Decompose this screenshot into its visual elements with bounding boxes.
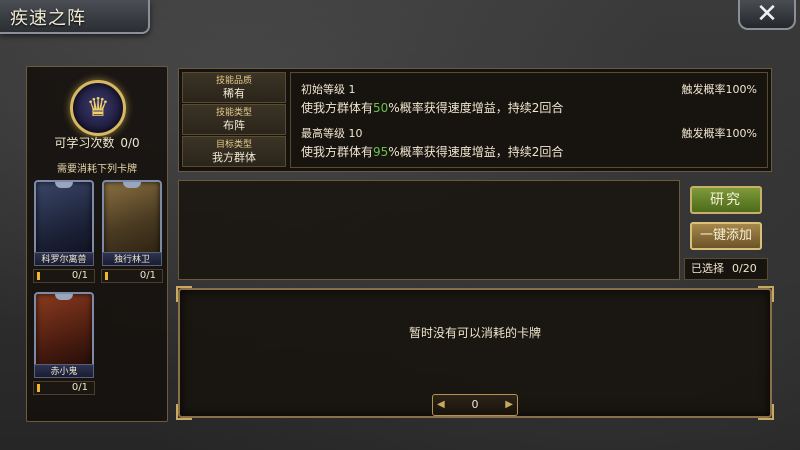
frame-corner-icon bbox=[176, 286, 192, 302]
card-count-1-bar-icon bbox=[37, 272, 40, 280]
page-counter[interactable]: ◀ 0 ▶ bbox=[432, 394, 518, 416]
card-name-1: 科罗尔离兽 bbox=[34, 252, 94, 266]
card-name-2: 独行林卫 bbox=[102, 252, 162, 266]
card-name-3: 赤小鬼 bbox=[34, 364, 94, 378]
golden-crown-emblem-icon: ♛ bbox=[70, 80, 126, 136]
learn-count-row: 可学习次数 0/0 bbox=[26, 134, 168, 151]
target-value: 我方群体 bbox=[212, 151, 256, 164]
study-button[interactable]: 研究 bbox=[690, 186, 762, 214]
target-cell: 目标类型 我方群体 bbox=[182, 136, 286, 167]
type-cell: 技能类型 布阵 bbox=[182, 104, 286, 135]
quality-key: 技能品质 bbox=[215, 76, 252, 86]
card-portrait-2[interactable] bbox=[102, 180, 162, 260]
frame-corner-icon bbox=[758, 404, 774, 420]
chevron-left-icon[interactable]: ◀ bbox=[437, 395, 445, 415]
empty-message: 暂时没有可以消耗的卡牌 bbox=[408, 326, 541, 340]
quality-value: 稀有 bbox=[223, 87, 245, 100]
selected-value: 0/20 bbox=[732, 262, 757, 275]
max-description: 使我方群体有95%概率获得速度增益，持续2回合 bbox=[301, 145, 564, 159]
frame-corner-icon bbox=[176, 404, 192, 420]
initial-trigger-rate: 触发概率100% bbox=[681, 83, 757, 96]
selected-count: 已选择 0/20 bbox=[684, 258, 768, 280]
target-key: 目标类型 bbox=[215, 140, 252, 150]
learn-count-label: 可学习次数 bbox=[54, 136, 115, 150]
initial-description: 使我方群体有50%概率获得速度增益，持续2回合 bbox=[301, 101, 564, 115]
page-title: 疾速之阵 bbox=[10, 8, 86, 29]
card-count-3: 0/1 bbox=[33, 381, 95, 395]
max-percent: 95 bbox=[373, 145, 389, 159]
card-portrait-3[interactable] bbox=[34, 292, 94, 372]
one-click-add-button[interactable]: 一键添加 bbox=[690, 222, 762, 250]
learn-count-value: 0/0 bbox=[120, 136, 140, 150]
frame-corner-icon bbox=[758, 286, 774, 302]
chevron-right-icon[interactable]: ▶ bbox=[505, 395, 513, 415]
max-trigger-rate: 触发概率100% bbox=[681, 127, 757, 140]
card-count-1: 0/1 bbox=[33, 269, 95, 283]
card-portrait-1[interactable] bbox=[34, 180, 94, 260]
quality-cell: 技能品质 稀有 bbox=[182, 72, 286, 103]
close-button[interactable]: ✕ bbox=[738, 0, 796, 30]
selected-label: 已选择 bbox=[691, 262, 724, 275]
initial-level: 初始等级 1 bbox=[301, 83, 356, 96]
initial-percent: 50 bbox=[373, 101, 389, 115]
type-value: 布阵 bbox=[223, 119, 245, 132]
skill-attributes: 技能品质 稀有 技能类型 布阵 目标类型 我方群体 bbox=[182, 72, 286, 168]
card-count-2: 0/1 bbox=[101, 269, 163, 283]
max-level: 最高等级 10 bbox=[301, 127, 363, 140]
counter-value: 0 bbox=[471, 398, 479, 411]
card-count-3-bar-icon bbox=[37, 384, 40, 392]
type-key: 技能类型 bbox=[215, 108, 252, 118]
close-x-icon: ✕ bbox=[756, 0, 778, 29]
need-cards-label: 需要消耗下列卡牌 bbox=[57, 164, 137, 175]
effects-panel: 初始等级 1 触发概率100% 使我方群体有50%概率获得速度增益，持续2回合 … bbox=[290, 72, 768, 168]
card-count-2-bar-icon bbox=[105, 272, 108, 280]
selected-cards-slot bbox=[178, 180, 680, 280]
